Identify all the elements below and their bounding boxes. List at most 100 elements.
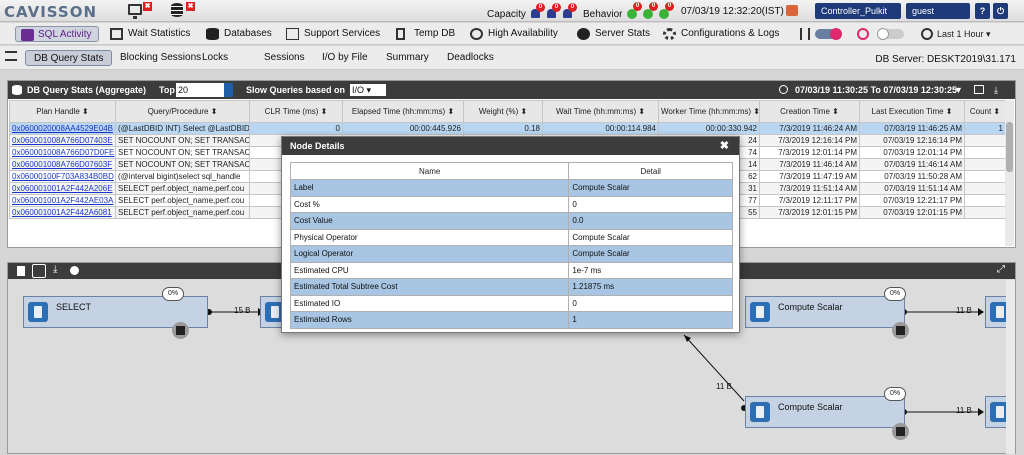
table-cell: SELECT perf.object_name,perf.cou (115, 206, 250, 219)
top-input[interactable]: 20 (176, 83, 224, 97)
time-range-label: Last 1 Hour (937, 29, 984, 39)
table-cell (964, 182, 1006, 195)
columns-icon[interactable] (974, 85, 984, 94)
tab-summary[interactable]: Summary (386, 50, 429, 66)
tab-deadlocks[interactable]: Deadlocks (447, 50, 494, 66)
zoom-node-icon[interactable] (172, 322, 189, 339)
column-header[interactable]: Last Execution Time ⬍ (859, 100, 965, 123)
high-availability-icon (470, 28, 483, 40)
panel-header: DB Query Stats (Aggregate) Top 20 Slow Q… (8, 81, 1015, 99)
nav-temp-db[interactable]: Temp DB (396, 26, 455, 42)
current-timestamp: 07/03/19 12:32:20(IST) (681, 6, 784, 17)
table-cell: SET NOCOUNT ON; SET TRANSACT (115, 146, 250, 159)
help-button[interactable]: ? (975, 3, 990, 19)
column-header[interactable]: Wait Time (hh:mm:ms) ⬍ (542, 100, 659, 123)
controller-dropdown[interactable]: Controller_Pulkit (815, 3, 901, 19)
alert-icon[interactable] (786, 5, 798, 16)
plan-handle-link[interactable]: 0x06000100F703A834B0BD (9, 170, 116, 183)
nav-label: Configurations & Logs (681, 28, 780, 39)
support-services-icon (286, 28, 299, 40)
zoom-node-icon[interactable] (892, 423, 909, 440)
plan-handle-link[interactable]: 0x060001008A766D07603F (9, 158, 116, 171)
node-cost-badge: 0% (884, 387, 906, 401)
detail-name: Label (289, 179, 570, 197)
database-alert-badge: ✖ (186, 2, 195, 11)
column-header[interactable]: Worker Time (hh:mm:ms) ⬍ (658, 100, 760, 123)
plan-handle-link[interactable]: 0x060001008A766D07403E (9, 134, 116, 147)
plan-handle-link[interactable]: 0x060001001A2F442AE03A (9, 194, 116, 207)
nav-server-stats[interactable]: Server Stats (577, 26, 650, 42)
toggle-knob (877, 28, 889, 40)
detail-row: Estimated IO 0 (289, 294, 733, 312)
nav-label: SQL Activity (38, 29, 92, 40)
nav-support-services[interactable]: Support Services (286, 26, 380, 42)
table-row[interactable]: 0x0600020008AA4529E04B (@LastDBID INT) Se… (9, 122, 1006, 135)
nav-label: Wait Statistics (128, 28, 191, 39)
column-header[interactable]: Elapsed Time (hh:mm:ms) ⬍ (342, 100, 464, 123)
close-icon[interactable]: ✖ (720, 137, 729, 155)
filter-icon[interactable]: ▼ (954, 81, 963, 99)
record-icon[interactable] (857, 28, 869, 40)
user-label: guest (912, 6, 935, 16)
slow-queries-select[interactable]: I/O ▾ (350, 84, 386, 96)
power-button[interactable]: ⏻ (993, 3, 1008, 19)
column-header[interactable]: Creation Time ⬍ (759, 100, 860, 123)
detail-name: Cost % (289, 195, 570, 213)
nav-sql-activity[interactable]: SQL Activity (15, 26, 99, 42)
plan-handle-link[interactable]: 0x0600020008AA4529E04B (9, 122, 116, 135)
time-range-dropdown[interactable]: Last 1 Hour ▾ (937, 29, 991, 40)
column-header[interactable]: Weight (%) ⬍ (463, 100, 543, 123)
table-cell: 7/3/2019 11:47:19 AM (759, 170, 860, 183)
nav-configurations-logs[interactable]: Configurations & Logs (663, 26, 779, 42)
server-stats-icon (577, 28, 590, 40)
nav-wait-statistics[interactable]: Wait Statistics (110, 26, 190, 42)
download-icon[interactable]: ⤓ (994, 81, 998, 99)
table-cell (964, 134, 1006, 147)
menu-icon[interactable] (5, 51, 17, 61)
detail-value: Compute Scalar (568, 245, 733, 263)
gear-icon (663, 28, 676, 40)
zoom-node-icon[interactable] (892, 322, 909, 339)
temp-db-icon (396, 28, 405, 40)
nav-label: Support Services (304, 28, 381, 39)
plan-handle-link[interactable]: 0x060001008A766D07D0FE (9, 146, 116, 159)
plan-scrollbar[interactable] (1006, 280, 1015, 454)
plan-node-compute-scalar-1[interactable]: Compute Scalar (745, 296, 905, 328)
column-header[interactable]: Query/Procedure ⬍ (115, 100, 250, 123)
plan-handle-link[interactable]: 0x060001001A2F442A206E (9, 182, 116, 195)
plan-node-compute-scalar-2[interactable]: Compute Scalar (745, 396, 905, 428)
tab-locks[interactable]: Locks (202, 50, 228, 66)
monitor-icon[interactable] (128, 4, 142, 19)
nav-high-availability[interactable]: High Availability (470, 26, 558, 42)
table-scrollbar[interactable] (1005, 100, 1014, 246)
table-cell (964, 170, 1006, 183)
table-cell (964, 206, 1006, 219)
column-header[interactable]: CLR Time (ms) ⬍ (249, 100, 343, 123)
compute-scalar-icon (750, 302, 770, 322)
toggle-switch-off[interactable] (877, 28, 904, 40)
node-cost-badge: 0% (162, 287, 184, 301)
table-cell: 7/3/2019 11:46:24 AM (759, 122, 860, 135)
tab-db-query-stats[interactable]: DB Query Stats (25, 50, 113, 66)
tab-sessions[interactable]: Sessions (264, 50, 305, 66)
table-cell: (@interval bigint)select sql_handle (115, 170, 250, 183)
tab-io-by-file[interactable]: I/O by File (322, 50, 368, 66)
nav-databases[interactable]: Databases (206, 26, 272, 42)
column-header[interactable]: Plan Handle ⬍ (9, 100, 116, 123)
top-stepper[interactable] (224, 83, 233, 97)
user-dropdown[interactable]: guest (906, 3, 970, 19)
nav-label: High Availability (488, 28, 558, 39)
table-cell: 7/3/2019 12:16:14 PM (759, 134, 860, 147)
table-cell: 07/03/19 11:50:28 AM (859, 170, 965, 183)
table-cell: 00:00:445.926 (342, 122, 464, 135)
behavior-count-2: 0 (649, 2, 658, 11)
toggle-switch-on[interactable] (815, 28, 842, 40)
node-label: Compute Scalar (778, 302, 843, 312)
database-icon[interactable] (171, 3, 183, 17)
column-header[interactable]: Count ⬍ (964, 100, 1006, 123)
scrollbar-thumb[interactable] (1006, 122, 1013, 172)
activity-icon[interactable] (800, 28, 810, 40)
plan-handle-link[interactable]: 0x060001001A2F442A6081 (9, 206, 116, 219)
nav-label: Server Stats (595, 28, 651, 39)
tab-blocking-sessions[interactable]: Blocking Sessions (120, 50, 201, 66)
